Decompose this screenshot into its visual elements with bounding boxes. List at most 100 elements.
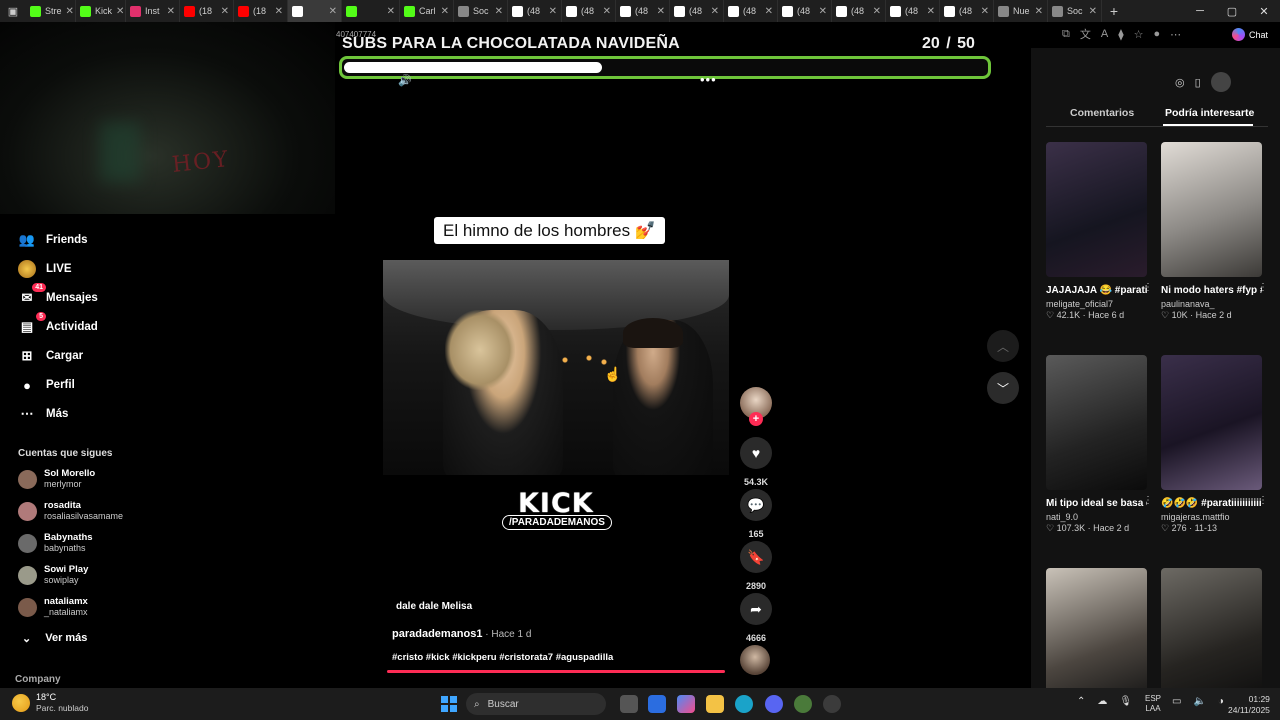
close-tab-icon[interactable]: ✕ — [549, 6, 557, 17]
close-tab-icon[interactable]: ✕ — [1089, 6, 1097, 17]
browser-tab[interactable]: ✕ — [288, 0, 342, 22]
video-thumbnail[interactable] — [1161, 568, 1262, 703]
suggested-video-card[interactable]: 🤣🤣🤣 #paratiiiiiiiiiiiiiiii...migajeras.m… — [1161, 355, 1268, 534]
company-link[interactable]: Company — [15, 674, 61, 685]
close-tab-icon[interactable]: ✕ — [711, 6, 719, 17]
sidebar-item-actividad[interactable]: ▤ 5 Actividad — [18, 312, 98, 336]
more-options-icon[interactable]: ••• — [700, 72, 717, 87]
copilot-chat-button[interactable]: Chat — [1232, 28, 1268, 41]
close-tab-icon[interactable]: ✕ — [329, 6, 337, 17]
file-explorer-icon[interactable] — [706, 695, 724, 713]
browser-tab[interactable]: Soc ✕ — [454, 0, 508, 22]
suggested-video-card[interactable]: Mi tipo ideal se basa en ellos 🥵...nati_… — [1046, 355, 1153, 534]
share-button[interactable]: ➦ 4666 — [740, 593, 772, 643]
card-username[interactable]: migajeras.mattfio — [1161, 512, 1262, 522]
read-aloud-icon[interactable]: A — [1101, 28, 1108, 40]
open-in-app-icon[interactable]: ⧉ — [1062, 28, 1070, 41]
sidebar-item-más[interactable]: ⋯ Más — [18, 405, 69, 423]
card-username[interactable]: nati_9.0 — [1046, 512, 1147, 522]
video-thumbnail[interactable] — [1161, 142, 1262, 277]
see-more-button[interactable]: ⌄ Ver más — [22, 632, 87, 645]
author-link[interactable]: parada​demanos1 — [392, 628, 482, 640]
close-tab-icon[interactable]: ✕ — [765, 6, 773, 17]
card-menu-icon[interactable]: ⋮ — [1143, 282, 1153, 293]
browser-tab[interactable]: ✕ — [342, 0, 400, 22]
video-clip[interactable] — [383, 260, 729, 475]
close-tab-icon[interactable]: ✕ — [819, 6, 827, 17]
video-thumbnail[interactable] — [1046, 142, 1147, 277]
browser-tab[interactable]: (18 ✕ — [234, 0, 288, 22]
edge-icon[interactable] — [735, 695, 753, 713]
card-title[interactable]: Mi tipo ideal se basa en ellos 🥵... — [1046, 497, 1147, 511]
video-thumbnail[interactable] — [1161, 355, 1262, 490]
close-tab-icon[interactable]: ✕ — [387, 6, 395, 17]
browser-tab[interactable]: (48 ✕ — [940, 0, 994, 22]
browser-tab[interactable]: Nue ✕ — [994, 0, 1048, 22]
next-video-button[interactable]: ﹀ — [987, 372, 1019, 404]
weather-widget[interactable]: 18°C Parc. nublado — [12, 692, 88, 714]
previous-video-button[interactable]: ︿ — [987, 330, 1019, 362]
close-tab-icon[interactable]: ✕ — [981, 6, 989, 17]
card-menu-icon[interactable]: ⋮ — [1258, 282, 1268, 293]
card-menu-icon[interactable]: ⋮ — [1143, 495, 1153, 506]
cloud-icon[interactable]: ☁ — [1097, 696, 1107, 707]
browser-tab[interactable]: (48 ✕ — [562, 0, 616, 22]
browser-menu-icon[interactable]: ⋯ — [1170, 28, 1181, 41]
close-tab-icon[interactable]: ✕ — [275, 6, 283, 17]
suggested-video-card[interactable] — [1161, 568, 1262, 703]
profile-avatar-icon[interactable]: ● — [1154, 28, 1161, 40]
browser-tab[interactable]: (48 ✕ — [886, 0, 940, 22]
close-tab-icon[interactable]: ✕ — [495, 6, 503, 17]
browser-tab[interactable]: (48 ✕ — [508, 0, 562, 22]
card-username[interactable]: meligate_oficial7 — [1046, 299, 1147, 309]
followed-account[interactable]: Sol Morello merlymor — [18, 468, 95, 490]
followed-account[interactable]: nataliamx _nataliamx — [18, 596, 88, 618]
store-icon[interactable] — [648, 695, 666, 713]
discord-icon[interactable] — [765, 695, 783, 713]
video-thumbnail[interactable] — [1046, 568, 1147, 703]
input-language[interactable]: ESP LAA — [1145, 694, 1161, 714]
card-title[interactable]: JAJAJAJA 😂 #paratiiiiiiiiiiiiiiii... — [1046, 284, 1147, 298]
favorite-icon[interactable]: ☆ — [1134, 28, 1144, 41]
close-tab-icon[interactable]: ✕ — [1035, 6, 1043, 17]
close-tab-icon[interactable]: ✕ — [167, 6, 175, 17]
close-tab-icon[interactable]: ✕ — [221, 6, 229, 17]
sidebar-item-live[interactable]: LIVE — [18, 260, 72, 278]
close-tab-icon[interactable]: ✕ — [603, 6, 611, 17]
suggested-video-card[interactable]: JAJAJAJA 😂 #paratiiiiiiiiiiiiiiii...meli… — [1046, 142, 1153, 321]
card-title[interactable]: Ni modo haters #fyp #parati #vir... — [1161, 284, 1262, 298]
video-thumbnail[interactable] — [1046, 355, 1147, 490]
tab-suggested[interactable]: Podría interesarte — [1165, 107, 1254, 119]
browser-tab[interactable]: (48 ✕ — [832, 0, 886, 22]
close-tab-icon[interactable]: ✕ — [657, 6, 665, 17]
obs-icon[interactable] — [823, 695, 841, 713]
mobile-icon[interactable]: ▯ — [1195, 76, 1201, 89]
followed-account[interactable]: Sowi Play sowiplay — [18, 564, 88, 586]
taskbar-clock[interactable]: 01:29 24/11/2025 — [1228, 694, 1270, 716]
sidebar-item-cargar[interactable]: ⊞ Cargar — [18, 347, 84, 365]
close-tab-icon[interactable]: ✕ — [873, 6, 881, 17]
followed-account[interactable]: rosadita rosaliasilvasamame — [18, 500, 123, 522]
tab-comments[interactable]: Comentarios — [1070, 107, 1134, 119]
close-tab-icon[interactable]: ✕ — [927, 6, 935, 17]
suggested-video-card[interactable]: Ni modo haters #fyp #parati #vir...pauli… — [1161, 142, 1268, 321]
extensions-icon[interactable]: ⧫ — [1118, 28, 1123, 41]
copilot-app-icon[interactable] — [677, 695, 695, 713]
browser-tab[interactable]: (48 ✕ — [724, 0, 778, 22]
sidebar-item-perfil[interactable]: ● Perfil — [18, 376, 75, 394]
tray-chevron-icon[interactable]: ⌃ — [1077, 696, 1085, 707]
close-tab-icon[interactable]: ✕ — [66, 6, 74, 17]
taskbar-search[interactable]: ⌕ Buscar — [466, 693, 606, 715]
translate-icon[interactable]: 文 — [1080, 26, 1091, 42]
card-username[interactable]: paulinanava_ — [1161, 299, 1262, 309]
browser-tab[interactable]: (48 ✕ — [778, 0, 832, 22]
suggested-video-card[interactable] — [1046, 568, 1147, 703]
browser-tab[interactable]: Stre ✕ — [26, 0, 76, 22]
mic-icon[interactable]: 🎙 — [1119, 696, 1132, 707]
follow-plus-icon[interactable]: + — [749, 412, 763, 426]
comment-button[interactable]: 💬 165 — [740, 489, 772, 539]
close-window-icon[interactable]: ✕ — [1248, 5, 1280, 18]
sidebar-item-friends[interactable]: 👥 Friends — [18, 231, 88, 249]
task-view-icon[interactable] — [620, 695, 638, 713]
minimize-icon[interactable]: ─ — [1184, 5, 1216, 18]
